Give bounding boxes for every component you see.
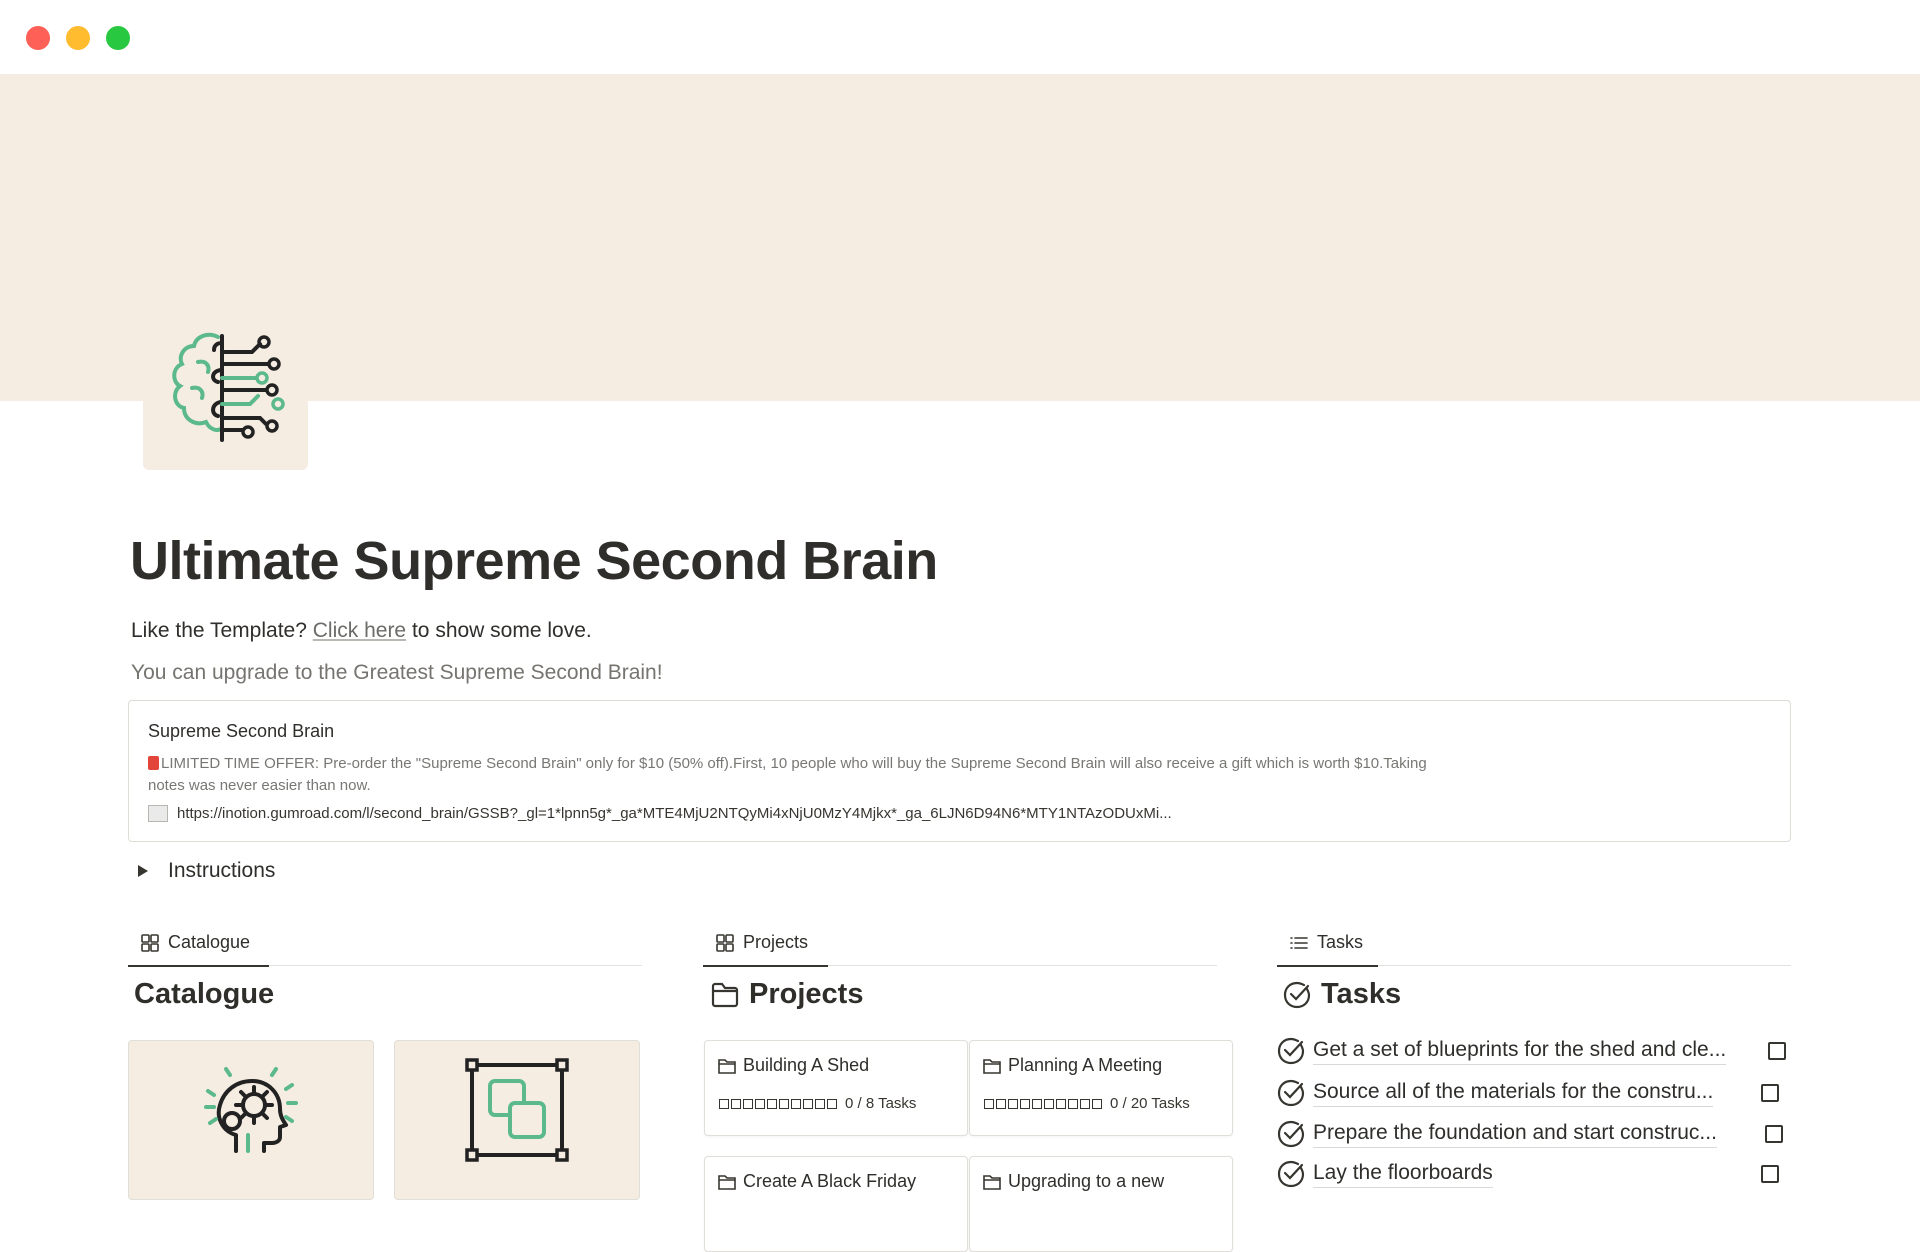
- folder-icon: [711, 982, 739, 1007]
- bookmark-description-text: LIMITED TIME OFFER: Pre-order the "Supre…: [148, 755, 1427, 794]
- project-title: Building A Shed: [717, 1055, 869, 1076]
- window-titlebar: [0, 0, 1920, 74]
- project-title: Upgrading to a new: [982, 1171, 1164, 1192]
- tab-tasks[interactable]: Tasks: [1277, 920, 1375, 965]
- tasks-heading-text: Tasks: [1321, 978, 1402, 1010]
- project-card[interactable]: Create A Black Friday: [704, 1156, 968, 1252]
- catalogue-card[interactable]: [394, 1040, 640, 1200]
- check-circle-icon: [1277, 1037, 1305, 1065]
- layers-frame-icon: [465, 1058, 569, 1162]
- project-name: Planning A Meeting: [1008, 1055, 1163, 1075]
- progress-boxes: [984, 1098, 1104, 1109]
- tasks-column: Tasks Tasks Get a set of blueprints for …: [1277, 920, 1791, 1188]
- catalogue-heading[interactable]: Catalogue: [134, 978, 274, 1011]
- catalogue-card[interactable]: [128, 1040, 374, 1200]
- page-icon: [718, 1174, 736, 1190]
- task-checkbox[interactable]: [1765, 1125, 1783, 1143]
- minimize-window-button[interactable]: [66, 26, 90, 50]
- page-title[interactable]: Ultimate Supreme Second Brain: [130, 530, 938, 592]
- task-checkbox[interactable]: [1761, 1084, 1779, 1102]
- active-tab-indicator: [128, 965, 269, 967]
- project-name: Create A Black Friday: [743, 1171, 917, 1191]
- close-window-button[interactable]: [26, 26, 50, 50]
- maximize-window-button[interactable]: [106, 26, 130, 50]
- task-row[interactable]: Source all of the materials for the cons…: [1277, 1073, 1714, 1113]
- bookmark-description: LIMITED TIME OFFER: Pre-order the "Supre…: [148, 753, 1438, 797]
- projects-view-tabs: Projects: [703, 920, 1217, 967]
- favicon-icon: [148, 805, 168, 822]
- task-row[interactable]: Get a set of blueprints for the shed and…: [1277, 1031, 1727, 1071]
- like-text-line: Like the Template? Click here to show so…: [131, 619, 592, 643]
- projects-column: Projects Projects Building A Shed 0 / 8 …: [703, 920, 1233, 1252]
- bookmark-url-text: https://inotion.gumroad.com/l/second_bra…: [177, 805, 1172, 822]
- task-title[interactable]: Get a set of blueprints for the shed and…: [1313, 1038, 1727, 1065]
- project-progress: 0 / 8 Tasks: [719, 1095, 916, 1112]
- upgrade-text: You can upgrade to the Greatest Supreme …: [131, 661, 663, 684]
- project-card[interactable]: Building A Shed 0 / 8 Tasks: [704, 1040, 968, 1136]
- tab-projects[interactable]: Projects: [703, 920, 820, 965]
- check-circle-icon: [1277, 1120, 1305, 1148]
- bookmark-url: https://inotion.gumroad.com/l/second_bra…: [148, 805, 1172, 822]
- catalogue-column: Catalogue Catalogue: [128, 920, 642, 1200]
- brain-circuit-icon: [171, 332, 285, 442]
- toggle-label: Instructions: [168, 859, 276, 882]
- page-icon[interactable]: [143, 314, 308, 470]
- check-circle-icon: [1277, 1079, 1305, 1107]
- toggle-triangle-icon[interactable]: [138, 865, 148, 877]
- list-icon: [1290, 936, 1308, 949]
- project-name: Upgrading to a new: [1008, 1171, 1165, 1191]
- task-title[interactable]: Lay the floorboards: [1313, 1161, 1493, 1188]
- project-name: Building A Shed: [743, 1055, 870, 1075]
- task-row[interactable]: Lay the floorboards: [1277, 1154, 1493, 1194]
- like-suffix: to show some love.: [411, 619, 592, 642]
- active-tab-indicator: [1277, 965, 1378, 967]
- gear-head-icon: [204, 1067, 298, 1153]
- tab-catalogue-label: Catalogue: [168, 932, 251, 952]
- tasks-view-tabs: Tasks: [1277, 920, 1791, 967]
- project-title: Create A Black Friday: [717, 1171, 916, 1192]
- web-bookmark[interactable]: Supreme Second Brain LIMITED TIME OFFER:…: [128, 700, 1791, 842]
- bookmark-title: Supreme Second Brain: [148, 721, 335, 741]
- check-circle-icon: [1277, 1160, 1305, 1188]
- projects-heading-text: Projects: [749, 978, 864, 1010]
- projects-heading[interactable]: Projects: [711, 978, 863, 1011]
- check-circle-icon: [1283, 981, 1311, 1008]
- page-icon: [718, 1058, 736, 1074]
- page-icon: [983, 1174, 1001, 1190]
- project-card[interactable]: Upgrading to a new: [969, 1156, 1233, 1252]
- progress-text: 0 / 20 Tasks: [1110, 1095, 1190, 1112]
- like-prefix: Like the Template?: [131, 619, 307, 642]
- tab-catalogue[interactable]: Catalogue: [128, 920, 262, 965]
- task-title[interactable]: Source all of the materials for the cons…: [1313, 1080, 1714, 1107]
- task-title[interactable]: Prepare the foundation and start constru…: [1313, 1121, 1717, 1148]
- project-card[interactable]: Planning A Meeting 0 / 20 Tasks: [969, 1040, 1233, 1136]
- tab-projects-label: Projects: [743, 932, 809, 952]
- gallery-icon: [716, 933, 734, 952]
- click-here-link[interactable]: Click here: [313, 619, 406, 642]
- project-title: Planning A Meeting: [982, 1055, 1162, 1076]
- task-checkbox[interactable]: [1761, 1165, 1779, 1183]
- task-row[interactable]: Prepare the foundation and start constru…: [1277, 1114, 1717, 1154]
- progress-text: 0 / 8 Tasks: [845, 1095, 917, 1112]
- gallery-icon: [141, 933, 159, 952]
- catalogue-view-tabs: Catalogue: [128, 920, 642, 967]
- project-progress: 0 / 20 Tasks: [984, 1095, 1190, 1112]
- progress-boxes: [719, 1098, 839, 1109]
- tab-tasks-label: Tasks: [1317, 932, 1364, 952]
- task-checkbox[interactable]: [1768, 1042, 1786, 1060]
- active-tab-indicator: [703, 965, 828, 967]
- siren-icon: [148, 756, 159, 770]
- page-icon: [983, 1058, 1001, 1074]
- tasks-heading[interactable]: Tasks: [1283, 978, 1401, 1011]
- instructions-toggle[interactable]: Instructions: [138, 859, 275, 883]
